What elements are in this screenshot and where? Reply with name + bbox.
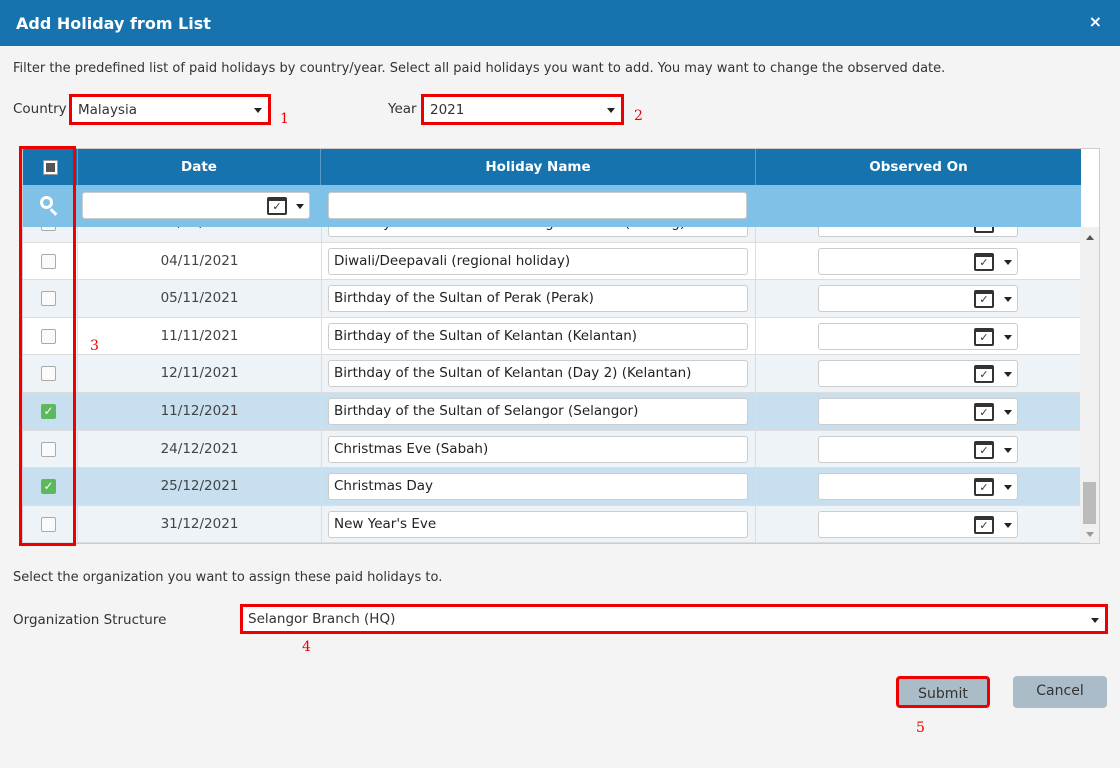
observed-on-input[interactable]: ✓ [818, 360, 1018, 388]
date-cell: 11/11/2021 [160, 327, 239, 344]
chevron-down-icon[interactable] [1004, 334, 1012, 340]
date-cell: 24/12/2021 [160, 440, 239, 457]
calendar-icon[interactable]: ✓ [974, 365, 994, 384]
annotation-2: 2 [634, 108, 643, 124]
observed-on-input[interactable]: ✓ [818, 285, 1018, 313]
calendar-icon[interactable]: ✓ [974, 227, 994, 233]
filter-row: ✓ [23, 185, 1081, 227]
holiday-name-filter-input[interactable] [328, 192, 747, 219]
calendar-icon[interactable]: ✓ [974, 290, 994, 309]
column-holiday-name[interactable]: Holiday Name [321, 149, 756, 185]
holiday-name-input[interactable]: Birthday of the Sultan of Perak (Perak) [328, 285, 748, 313]
annotation-4: 4 [302, 639, 311, 655]
country-label: Country [13, 101, 67, 117]
table-row[interactable]: 25/10/2021 Birthday of the Sultan of Pah… [23, 227, 1081, 243]
cancel-button[interactable]: Cancel [1013, 676, 1107, 708]
calendar-icon[interactable]: ✓ [974, 402, 994, 421]
chevron-down-icon[interactable] [1004, 522, 1012, 528]
column-observed-on[interactable]: Observed On [756, 149, 1081, 185]
chevron-down-icon[interactable] [1004, 372, 1012, 378]
date-cell: 11/12/2021 [160, 402, 239, 419]
date-cell: 12/11/2021 [160, 365, 239, 382]
chevron-down-icon [1091, 618, 1099, 623]
org-structure-select[interactable]: Selangor Branch (HQ) [240, 604, 1108, 634]
scrollbar-thumb[interactable] [1083, 482, 1096, 524]
holiday-name-input[interactable]: Birthday of the Sultan of Selangor (Sela… [328, 397, 748, 425]
scrollbar[interactable] [1080, 227, 1099, 543]
holiday-name-input[interactable]: Birthday of the Sultan of Kelantan (Kela… [328, 322, 748, 350]
grid-body: 25/10/2021 Birthday of the Sultan of Pah… [23, 227, 1081, 543]
year-label: Year [388, 101, 417, 117]
table-row[interactable]: 31/12/2021 New Year's Eve ✓ [23, 505, 1081, 543]
table-row[interactable]: 05/11/2021 Birthday of the Sultan of Per… [23, 280, 1081, 318]
holiday-name-input[interactable]: Birthday of the Sultan of Pahang observe… [328, 227, 748, 237]
calendar-icon[interactable]: ✓ [974, 252, 994, 271]
chevron-down-icon[interactable] [1004, 485, 1012, 491]
table-row[interactable]: ✓ 25/12/2021 Christmas Day ✓ [23, 468, 1081, 506]
chevron-down-icon[interactable] [1004, 297, 1012, 303]
org-value: Selangor Branch (HQ) [248, 611, 396, 627]
chevron-down-icon[interactable] [1004, 409, 1012, 415]
holiday-name-input[interactable]: Christmas Eve (Sabah) [328, 435, 748, 463]
chevron-down-icon[interactable] [1004, 447, 1012, 453]
grid-rows: 25/10/2021 Birthday of the Sultan of Pah… [23, 227, 1081, 543]
observed-on-input[interactable]: ✓ [818, 227, 1018, 237]
calendar-icon[interactable]: ✓ [974, 440, 994, 459]
holiday-name-input[interactable]: New Year's Eve [328, 510, 748, 538]
table-row[interactable]: 04/11/2021 Diwali/Deepavali (regional ho… [23, 242, 1081, 281]
column-date[interactable]: Date [78, 149, 321, 185]
table-row[interactable]: 11/11/2021 Birthday of the Sultan of Kel… [23, 317, 1081, 356]
scroll-up-icon[interactable] [1086, 235, 1094, 240]
calendar-icon[interactable]: ✓ [267, 197, 287, 215]
chevron-down-icon [254, 108, 262, 113]
chevron-down-icon [607, 108, 615, 113]
dialog-header: Add Holiday from List × [0, 0, 1120, 46]
calendar-icon[interactable]: ✓ [974, 478, 994, 497]
annotation-1: 1 [280, 111, 289, 127]
grid-header: Date Holiday Name Observed On [23, 149, 1081, 185]
org-label: Organization Structure [13, 612, 167, 628]
holiday-name-input[interactable]: Christmas Day [328, 473, 748, 501]
observed-on-input[interactable]: ✓ [818, 322, 1018, 350]
observed-on-input[interactable]: ✓ [818, 247, 1018, 275]
observed-on-input[interactable]: ✓ [818, 473, 1018, 501]
annotation-5: 5 [916, 720, 925, 736]
year-select[interactable]: 2021 [421, 94, 624, 125]
checkbox-column-highlight [19, 146, 76, 546]
table-row[interactable]: 12/11/2021 Birthday of the Sultan of Kel… [23, 355, 1081, 393]
holiday-name-input[interactable]: Diwali/Deepavali (regional holiday) [328, 247, 748, 275]
close-icon[interactable]: × [1089, 12, 1102, 31]
year-value: 2021 [430, 102, 465, 118]
date-cell: 25/12/2021 [160, 478, 239, 495]
date-filter-input[interactable]: ✓ [82, 192, 310, 219]
date-cell: 05/11/2021 [160, 290, 239, 307]
chevron-down-icon[interactable] [1004, 259, 1012, 265]
country-value: Malaysia [78, 102, 137, 118]
annotation-3: 3 [90, 338, 99, 354]
holiday-grid: Date Holiday Name Observed On ✓ 25/10/20… [22, 148, 1100, 544]
dialog-title: Add Holiday from List [16, 14, 211, 33]
date-cell: 04/11/2021 [160, 252, 239, 269]
observed-on-input[interactable]: ✓ [818, 397, 1018, 425]
observed-on-input[interactable]: ✓ [818, 435, 1018, 463]
org-prompt: Select the organization you want to assi… [13, 570, 443, 585]
calendar-icon[interactable]: ✓ [974, 515, 994, 534]
table-row[interactable]: 24/12/2021 Christmas Eve (Sabah) ✓ [23, 430, 1081, 469]
date-cell: 31/12/2021 [160, 515, 239, 532]
description: Filter the predefined list of paid holid… [13, 61, 946, 76]
chevron-down-icon[interactable] [296, 204, 304, 209]
submit-button[interactable]: Submit [896, 676, 990, 708]
scroll-down-icon[interactable] [1086, 532, 1094, 537]
country-select[interactable]: Malaysia [69, 94, 271, 125]
calendar-icon[interactable]: ✓ [974, 327, 994, 346]
holiday-name-input[interactable]: Birthday of the Sultan of Kelantan (Day … [328, 360, 748, 388]
date-cell: 25/10/2021 [78, 227, 321, 242]
observed-on-input[interactable]: ✓ [818, 510, 1018, 538]
table-row[interactable]: ✓ 11/12/2021 Birthday of the Sultan of S… [23, 392, 1081, 431]
